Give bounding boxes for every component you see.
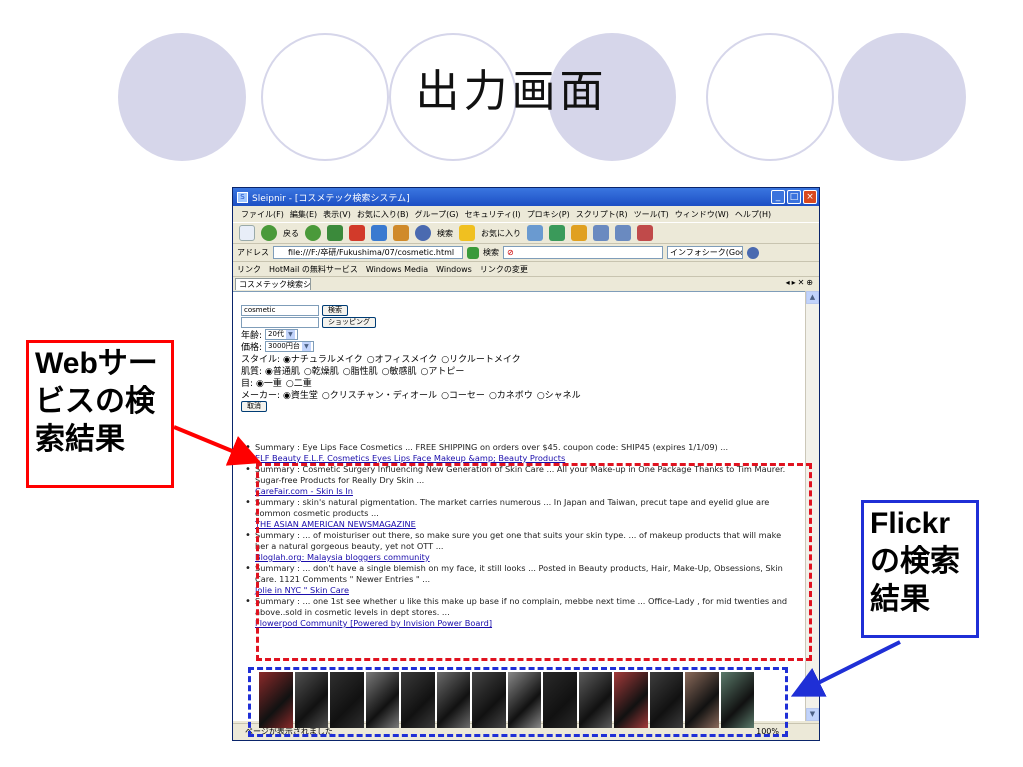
search-form: cosmetic 検索 ショッピング 年齢: 20代 ▼ 価格: 3000円台 ▼ …: [241, 304, 581, 412]
link-hotmail[interactable]: HotMail の無料サービス: [269, 264, 358, 275]
shopping-input[interactable]: [241, 316, 319, 328]
browser-titlebar: S Sleipnir - [コスメテック検索システム] _ □ ×: [233, 188, 819, 206]
radio-shiseido[interactable]: ◉資生堂: [283, 388, 318, 401]
menu-help[interactable]: ヘルプ(H): [735, 209, 771, 220]
link-windows-media[interactable]: Windows Media: [366, 265, 428, 274]
menu-favorites[interactable]: お気に入り(B): [357, 209, 409, 220]
search-label[interactable]: 検索: [437, 228, 453, 239]
tab-cosmetic-search[interactable]: コスメテック検索シ...: [235, 278, 311, 290]
age-select[interactable]: 20代 ▼: [265, 328, 298, 340]
menu-script[interactable]: スクリプト(R): [576, 209, 628, 220]
list-item: Summary : Eye Lips Face Cosmetics ... FR…: [245, 442, 797, 464]
radio-kanebo[interactable]: ○カネボウ: [489, 388, 533, 401]
window-icon[interactable]: [637, 225, 653, 241]
flickr-results-highlight: [248, 667, 788, 737]
radio-chanel[interactable]: ○シャネル: [537, 388, 581, 401]
result-summary: Summary : Eye Lips Face Cosmetics ... FR…: [255, 442, 729, 452]
address-bar: アドレス file:///F:/卒研/Fukushima/07/cosmetic…: [233, 244, 819, 261]
magnifier-icon[interactable]: [747, 246, 759, 259]
page-icon[interactable]: [239, 225, 255, 241]
bookmark-icon[interactable]: [571, 225, 587, 241]
radio-kose[interactable]: ○コーセー: [441, 388, 485, 401]
search-box-label: 検索: [483, 248, 499, 257]
scroll-down-icon[interactable]: ▼: [806, 708, 819, 721]
reload-icon[interactable]: [371, 225, 387, 241]
menu-file[interactable]: ファイル(F): [241, 209, 284, 220]
address-label: アドレス: [237, 248, 269, 257]
window-title: Sleipnir - [コスメテック検索システム]: [252, 193, 410, 204]
radio-label: カネボウ: [496, 390, 533, 401]
refresh-icon[interactable]: [327, 225, 343, 241]
back-icon[interactable]: [261, 225, 277, 241]
age-value: 20代: [268, 329, 284, 338]
radio-label: アトピー: [428, 366, 465, 377]
slide-title: 出力画面: [415, 66, 608, 117]
go-icon[interactable]: [467, 246, 479, 259]
radio-label: シャネル: [544, 390, 581, 401]
minimize-button[interactable]: _: [771, 190, 785, 204]
price-value: 3000円台: [268, 341, 300, 350]
favorites-label[interactable]: お気に入り: [481, 228, 521, 239]
radio-label: 脂性肌: [350, 366, 378, 377]
radio-label: クリスチャン・ディオール: [329, 390, 438, 401]
radio-dior[interactable]: ○クリスチャン・ディオール: [322, 388, 437, 401]
forward-icon[interactable]: [305, 225, 321, 241]
links-bar: リンク HotMail の無料サービス Windows Media Window…: [233, 261, 819, 276]
home-icon[interactable]: [393, 225, 409, 241]
menu-bar: ファイル(F) 編集(E) 表示(V) お気に入り(B) グループ(G) セキュ…: [233, 206, 819, 222]
radio-sensitive-skin[interactable]: ○敏感肌: [382, 364, 417, 377]
shopping-button[interactable]: ショッピング: [322, 316, 376, 328]
toolbar: 戻る 検索 お気に入り: [233, 222, 819, 244]
flickr-callout: Flickrの検索結果: [861, 500, 979, 638]
query-input[interactable]: cosmetic: [241, 304, 319, 316]
star-icon[interactable]: [459, 225, 475, 241]
back-label[interactable]: 戻る: [283, 228, 299, 239]
chevron-down-icon: ▼: [301, 341, 311, 351]
search-engine-select[interactable]: インフォシーク(Google): [667, 246, 743, 259]
links-label: リンク: [237, 264, 261, 274]
radio-label: 敏感肌: [389, 366, 417, 377]
menu-group[interactable]: グループ(G): [415, 209, 459, 220]
maker-label: メーカー:: [241, 390, 281, 401]
close-button[interactable]: ×: [803, 190, 817, 204]
radio-oily-skin[interactable]: ○脂性肌: [343, 364, 378, 377]
history-icon[interactable]: [527, 225, 543, 241]
radio-label: 乾燥肌: [311, 366, 339, 377]
search-icon[interactable]: [415, 225, 431, 241]
app-icon: S: [237, 191, 248, 203]
price-select[interactable]: 3000円台 ▼: [265, 340, 314, 352]
radio-label: 資生堂: [290, 390, 318, 401]
web-service-callout: Webサービスの検索結果: [26, 340, 174, 488]
cancel-button[interactable]: 取消: [241, 400, 267, 412]
radio-atopy[interactable]: ○アトピー: [421, 364, 465, 377]
cascade-icon[interactable]: [615, 225, 631, 241]
chevron-down-icon: ▼: [285, 329, 295, 339]
link-customize[interactable]: リンクの変更: [480, 264, 528, 275]
search-button[interactable]: 検索: [322, 304, 348, 316]
tile-icon[interactable]: [593, 225, 609, 241]
radio-label: コーセー: [448, 390, 485, 401]
stop-icon[interactable]: [349, 225, 365, 241]
web-results-highlight: [256, 463, 812, 661]
menu-security[interactable]: セキュリティ(I): [465, 209, 521, 220]
address-input[interactable]: file:///F:/卒研/Fukushima/07/cosmetic.html: [273, 246, 463, 259]
menu-window[interactable]: ウィンドウ(W): [675, 209, 729, 220]
tab-bar: コスメテック検索シ... ◂▸✕⊕: [233, 276, 819, 290]
scroll-up-icon[interactable]: ▲: [806, 291, 819, 304]
maximize-button[interactable]: □: [787, 190, 801, 204]
search-box-input[interactable]: ⊘: [503, 246, 663, 259]
menu-view[interactable]: 表示(V): [323, 209, 351, 220]
menu-edit[interactable]: 編集(E): [290, 209, 317, 220]
mail-icon[interactable]: [549, 225, 565, 241]
link-windows[interactable]: Windows: [436, 265, 472, 274]
menu-proxy[interactable]: プロキシ(P): [527, 209, 570, 220]
tab-controls[interactable]: ◂▸✕⊕: [786, 278, 815, 287]
menu-tools[interactable]: ツール(T): [634, 209, 669, 220]
